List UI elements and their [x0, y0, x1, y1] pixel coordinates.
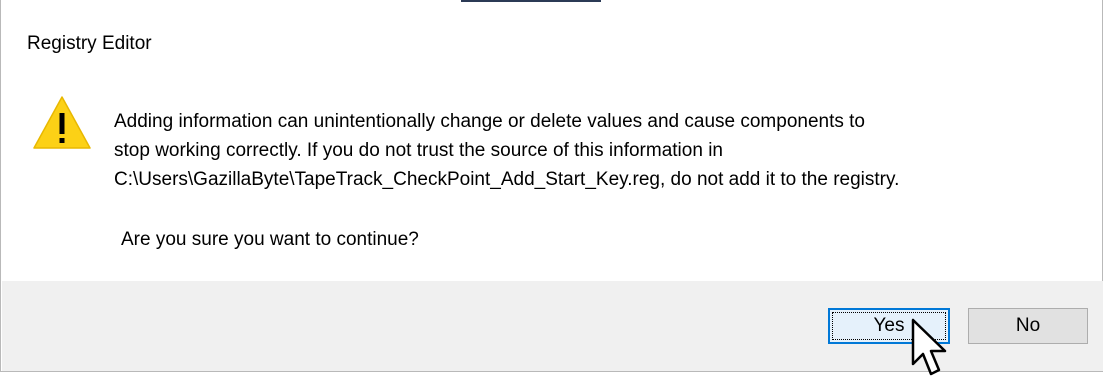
confirmation-question: Are you sure you want to continue? [121, 229, 419, 250]
message-line-3: C:\Users\GazillaByte\TapeTrack_CheckPoin… [114, 169, 900, 190]
message-line-2: stop working correctly. If you do not tr… [114, 140, 723, 161]
warning-message: Adding information can unintentionally c… [114, 107, 1089, 194]
warning-icon [33, 96, 91, 149]
no-button-label: No [1015, 315, 1041, 336]
window-top-accent [461, 0, 601, 2]
message-line-1: Adding information can unintentionally c… [114, 111, 866, 132]
mouse-pointer-icon [911, 318, 947, 376]
registry-editor-dialog: Registry Editor Adding information can u… [0, 0, 1103, 372]
dialog-title: Registry Editor [27, 33, 152, 54]
no-button[interactable]: No [968, 308, 1088, 344]
